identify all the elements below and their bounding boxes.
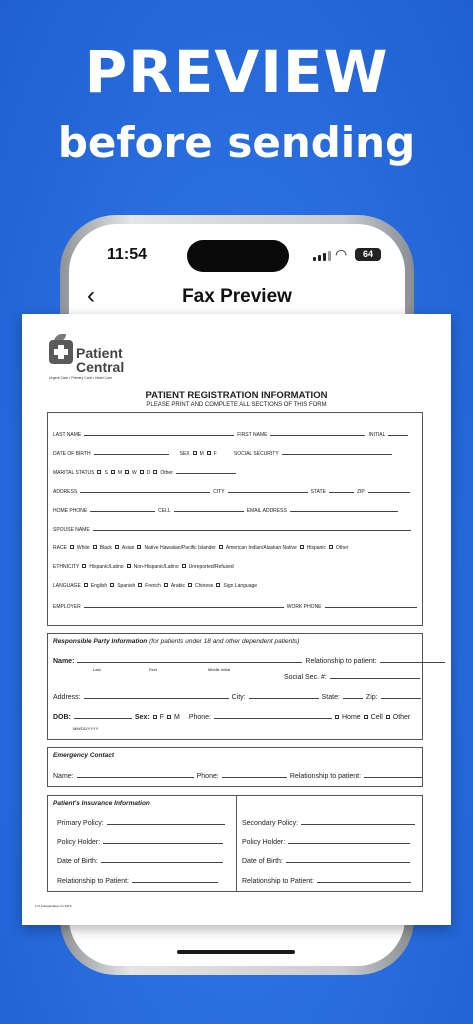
label: FIRST NAME (237, 432, 268, 438)
label: INITIAL (368, 432, 386, 438)
label: M (173, 714, 180, 721)
emergency-contact-section: Emergency Contact Name: Phone: Relationshi… (47, 747, 423, 787)
label: Other (392, 714, 411, 721)
label: Arabic (170, 583, 186, 589)
label: Social Sec. #: (284, 674, 327, 681)
label: Asian (121, 545, 135, 551)
label: French (145, 583, 161, 589)
label: M (117, 470, 122, 476)
label: Middle Initial (208, 667, 231, 672)
label: Chinese (195, 583, 214, 589)
label: Sign Language (223, 583, 258, 589)
label: ETHNICITY (53, 564, 80, 570)
label: WORK PHONE (286, 604, 322, 610)
label: Home (342, 714, 361, 721)
label: Unreported/Refused (188, 564, 234, 570)
label: SPOUSE NAME (53, 527, 90, 533)
insurance-section: Patient's Insurance Information Primary … (47, 795, 423, 892)
patient-info-section: LAST NAME FIRST NAME INITIAL DATE OF BIRTH… (47, 412, 423, 626)
race-row: RACE White Black Asian Native Hawaiian/Pacif… (53, 545, 348, 551)
label: Policy Holder: (242, 839, 286, 846)
label: MARITAL STATUS (53, 470, 95, 476)
label: Other (160, 470, 173, 476)
label: SEX (179, 451, 190, 457)
label: HOME PHONE (53, 508, 88, 514)
hero-subtitle: before sending (57, 118, 416, 167)
status-time: 11:54 (107, 246, 148, 263)
label: DATE OF BIRTH (53, 451, 91, 457)
label: American Indian/Alaskan Native (225, 545, 297, 551)
label: SOCIAL SECURITY (233, 451, 279, 457)
dynamic-island (187, 240, 289, 272)
label: MM/DD/YYYY (73, 726, 99, 731)
label: LANGUAGE (53, 583, 81, 589)
label: Other (335, 545, 349, 551)
label: Native Hawaiian/Pacific Islander (144, 545, 216, 551)
label: City: (231, 694, 246, 701)
fax-document-preview[interactable]: Patient Central Urgent Care • Primary Car… (22, 314, 451, 925)
label: Name: (53, 658, 75, 665)
page-title: Fax Preview (182, 286, 292, 307)
label: Relationship to patient: (305, 658, 377, 665)
label: Relationship to Patient: (242, 878, 314, 885)
label: CITY (213, 489, 225, 495)
patient-central-logo: Patient Central Urgent Care • Primary Car… (49, 334, 129, 382)
label: State: (321, 694, 340, 701)
signal-icon (313, 251, 331, 261)
label: Non-Hispanic/Latino (133, 564, 179, 570)
label: White (76, 545, 90, 551)
battery-icon: 64 (355, 248, 381, 261)
label: EMPLOYER (53, 604, 81, 610)
logo-tagline: Urgent Care • Primary Care • Heart Care (49, 376, 113, 380)
doc-subtitle: PLEASE PRINT AND COMPLETE ALL SECTIONS O… (146, 402, 327, 408)
label: W (132, 470, 137, 476)
label: Hispanic (306, 545, 326, 551)
label: Date of Birth: (57, 858, 98, 865)
section-heading: Patient's Insurance Information (53, 800, 150, 807)
label: RACE (53, 545, 67, 551)
label: F (213, 451, 217, 457)
label: D (146, 470, 151, 476)
section-note: (for patients under 18 and other depende… (149, 638, 300, 645)
label: M (199, 451, 204, 457)
label: LAST NAME (53, 432, 82, 438)
label: Sex: (134, 714, 150, 721)
label: CELL (158, 508, 171, 514)
label: Address: (53, 694, 81, 701)
label: ZIP (356, 489, 365, 495)
label: Relationship to Patient: (57, 878, 129, 885)
label: Spanish (117, 583, 136, 589)
label: F (159, 714, 164, 721)
label: Black (99, 545, 112, 551)
label: Date of Birth: (242, 858, 283, 865)
section-heading: Responsible Party Information (53, 638, 148, 645)
label: Last (93, 667, 101, 672)
label: Zip: (365, 694, 378, 701)
section-heading: Emergency Contact (53, 752, 115, 759)
label: Hispanic/Latino (89, 564, 124, 570)
hero-title: PREVIEW (84, 38, 389, 106)
label: ADDRESS (53, 489, 78, 495)
label: Name: (53, 773, 74, 780)
wifi-icon: ◠ (335, 246, 348, 262)
label: Phone: (196, 773, 219, 780)
label: Secondary Policy: (242, 820, 299, 827)
label: Cell (370, 714, 383, 721)
responsible-party-section: Responsible Party Information (for patie… (47, 633, 445, 740)
label: English (90, 583, 108, 589)
label: Primary Policy: (57, 820, 104, 827)
label: STATE (310, 489, 326, 495)
label: Phone: (188, 714, 211, 721)
label: DOB: (53, 714, 71, 721)
label: First (149, 667, 157, 672)
label: EMAIL ADDRESS (246, 508, 287, 514)
doc-title: PATIENT REGISTRATION INFORMATION (145, 390, 328, 401)
doc-footer: 1 of 6 Registration V1 2015 (35, 904, 72, 908)
label: Policy Holder: (57, 839, 101, 846)
home-indicator[interactable] (177, 950, 295, 954)
label: S (104, 470, 108, 476)
label: Relationship to patient: (289, 773, 362, 780)
